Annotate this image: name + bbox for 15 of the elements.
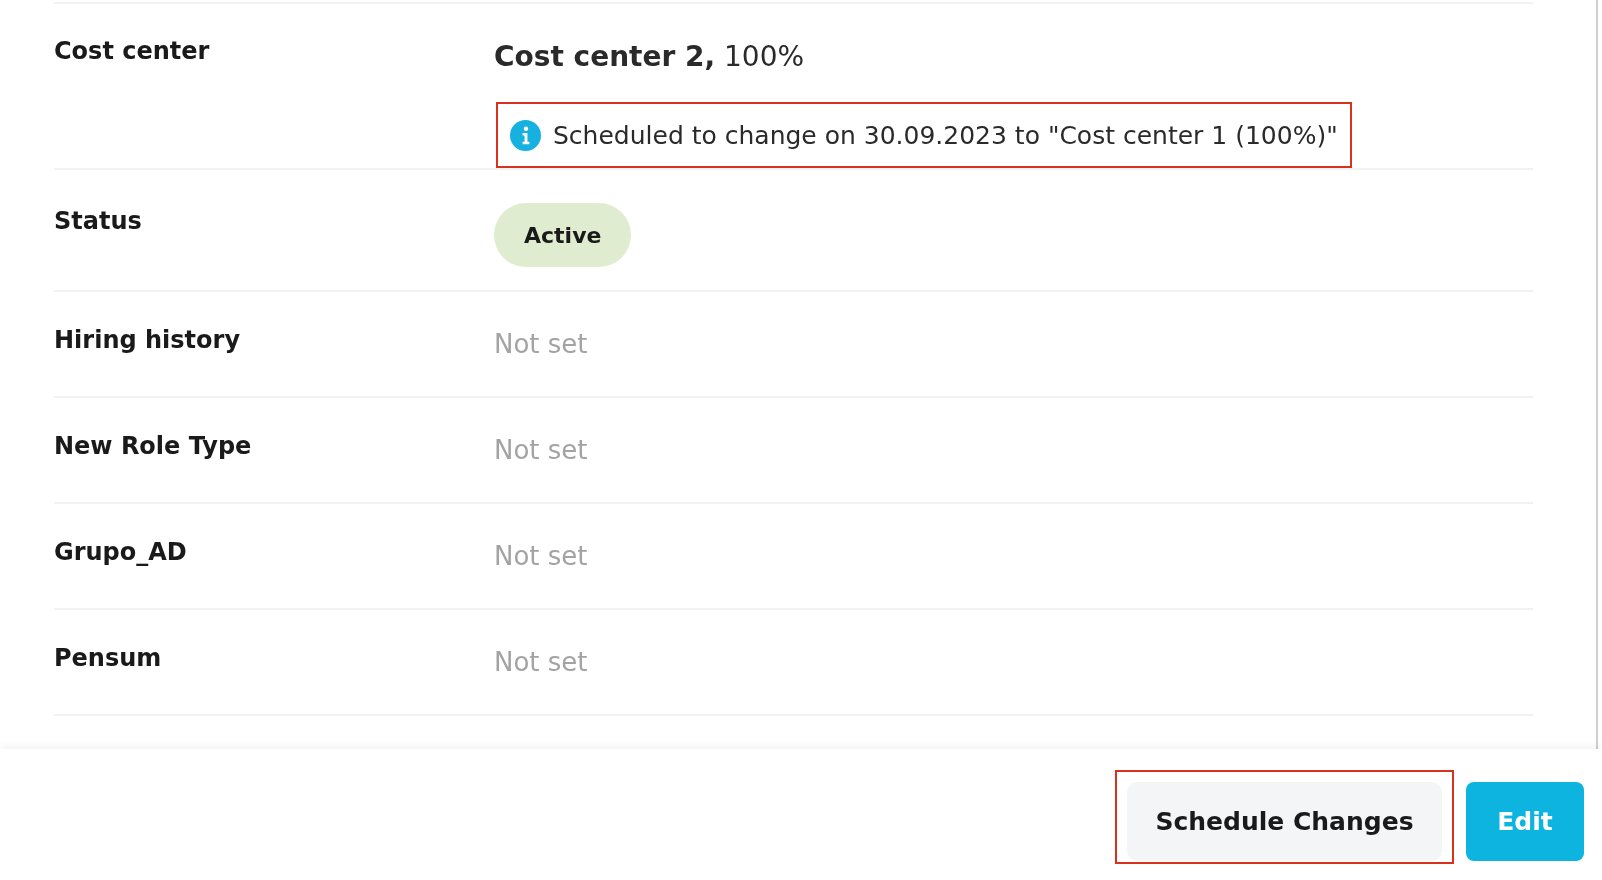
field-label: New Role Type: [54, 431, 252, 462]
field-label: Status: [54, 206, 142, 237]
field-label: Hiring history: [54, 325, 241, 356]
field-label: Pensum: [54, 643, 162, 674]
field-value: Not set: [494, 434, 588, 467]
cost-center-value: Cost center 2, 100%: [494, 39, 805, 75]
status-badge: Active: [494, 203, 632, 267]
info-icon: [510, 119, 541, 151]
field-label: Cost center: [54, 36, 210, 67]
field-value: Not set: [494, 328, 588, 361]
field-value: Not set: [494, 540, 588, 573]
schedule-note: Scheduled to change on 30.09.2023 to "Cost center 1 (100%)": [553, 120, 1338, 150]
schedule-button[interactable]: Schedule Changes: [1127, 782, 1442, 861]
field-label: Grupo_AD: [54, 537, 187, 568]
field-value: Not set: [494, 646, 588, 679]
